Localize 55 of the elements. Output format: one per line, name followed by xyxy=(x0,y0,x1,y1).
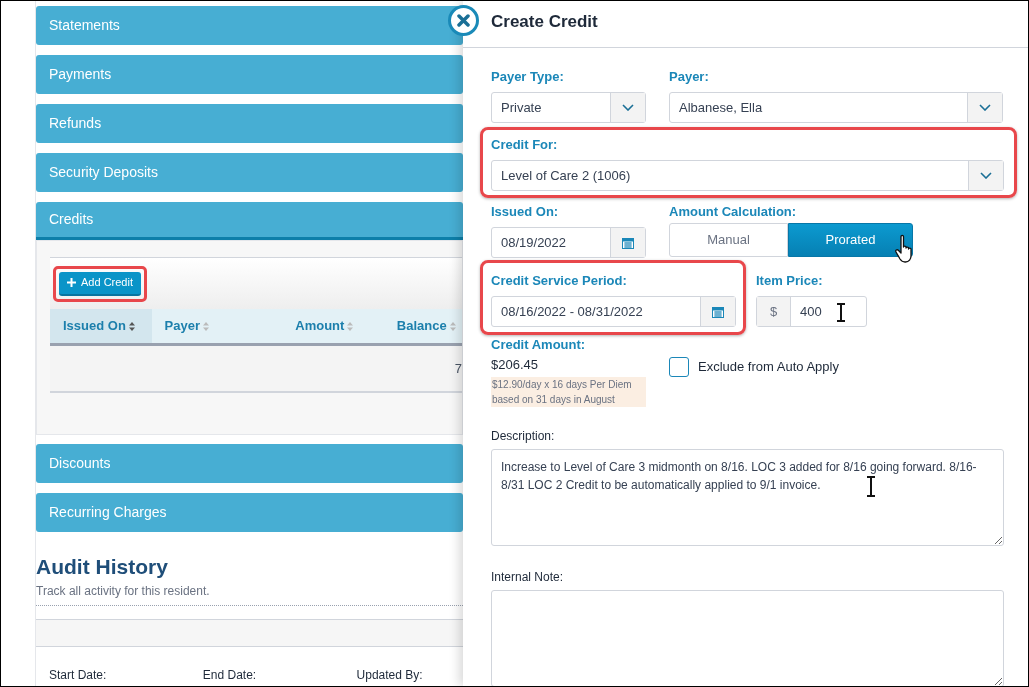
filter-label: End Date: xyxy=(202,667,258,684)
panel-header[interactable]: Discounts xyxy=(36,444,463,483)
sort-icon xyxy=(202,321,209,331)
add-credit-button[interactable]: Add Credit xyxy=(59,271,141,296)
sort-icon xyxy=(347,321,354,331)
checkbox-label: Exclude from Auto Apply xyxy=(698,358,839,377)
chevron-down-icon xyxy=(980,172,992,179)
field-label: Credit Service Period: xyxy=(491,273,628,289)
field-label: Credit Amount: xyxy=(491,337,587,353)
field-label: Item Price: xyxy=(756,273,824,289)
field-label: Amount Calculation: xyxy=(669,204,798,220)
column-header[interactable]: Payer xyxy=(151,309,283,343)
checkbox[interactable] xyxy=(669,357,689,377)
date-field[interactable]: 08/16/2022 - 08/31/2022 xyxy=(491,296,736,327)
sort-icon xyxy=(449,321,456,331)
panel-header[interactable]: Credits xyxy=(36,202,463,240)
column-header[interactable]: Balance xyxy=(383,309,462,343)
filter-label: Start Date: xyxy=(49,667,108,684)
field-label: Payer Type: xyxy=(491,69,565,85)
field-label: Internal Note: xyxy=(491,568,565,583)
calendar-icon xyxy=(622,236,634,249)
panel-header[interactable]: Security Deposits xyxy=(36,153,463,192)
dialog-title: Create Credit xyxy=(491,11,599,33)
chevron-down-icon xyxy=(979,104,991,111)
dropdown[interactable]: Private xyxy=(491,92,646,123)
table-cell-text: 7 xyxy=(454,359,462,378)
field-label: Description: xyxy=(491,427,556,442)
chevron-down-icon xyxy=(622,104,634,111)
panel-header[interactable]: Refunds xyxy=(36,104,463,143)
calendar-icon xyxy=(712,305,724,318)
column-header[interactable]: Amount xyxy=(282,309,384,343)
amount-value: $206.45 xyxy=(491,356,539,374)
price-field[interactable]: $ 400 xyxy=(756,296,867,327)
panel-header[interactable]: Payments xyxy=(36,55,463,94)
panel-header[interactable]: Recurring Charges xyxy=(36,493,463,532)
panel-header[interactable]: Statements xyxy=(36,6,463,45)
text-cursor-icon xyxy=(867,475,875,497)
segment-button[interactable]: Manual xyxy=(669,223,788,257)
field-label: Issued On: xyxy=(491,204,560,220)
column-header[interactable]: Issued On xyxy=(50,309,152,343)
calculation-note: $12.90/day x 16 days Per Diem based on 31 days in August xyxy=(491,376,646,407)
text-area[interactable]: Increase to Level of Care 3 midmonth on 8/16. LOC 3 added for 8/16 going forward. 8/16-8/31 LOC 2 Credit to be automatically applied to 9/1 invoice. xyxy=(491,448,1004,546)
close-icon xyxy=(457,14,470,27)
close-button[interactable] xyxy=(448,5,479,36)
segment-button[interactable]: Prorated xyxy=(788,223,913,257)
date-field[interactable]: 08/19/2022 xyxy=(491,227,646,258)
field-label: Credit For: xyxy=(491,137,559,153)
section-title: Audit History xyxy=(36,554,169,580)
dropdown[interactable]: Albanese, Ella xyxy=(669,92,1003,123)
plus-icon xyxy=(67,278,76,287)
dropdown[interactable]: Level of Care 2 (1006) xyxy=(491,160,1004,191)
text-cursor-icon xyxy=(837,303,845,322)
field-label: Payer: xyxy=(669,69,710,85)
filter-label: Updated By: xyxy=(356,667,424,684)
sort-icon xyxy=(128,321,135,331)
